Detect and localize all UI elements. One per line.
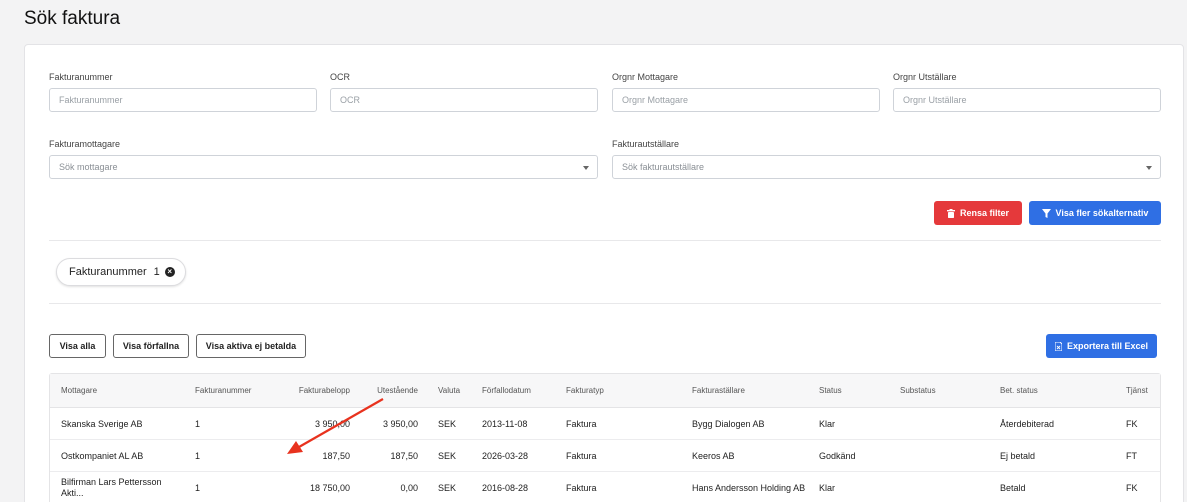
close-icon[interactable]: × xyxy=(164,267,175,277)
cell-utestaende: 187,50 xyxy=(390,450,418,461)
cell-substatus xyxy=(900,472,990,502)
cell-fakturabelopp: 3 950,00 xyxy=(314,418,350,429)
cell-bet-status: Återdebiterad xyxy=(1000,418,1055,429)
ocr-input[interactable] xyxy=(330,88,598,112)
cell-fakturastallare: Keeros AB xyxy=(692,450,735,461)
cell-forfallodatum: 2026-03-28 xyxy=(482,450,529,461)
orgnr-mottagare-input[interactable] xyxy=(612,88,880,112)
file-excel-icon xyxy=(1054,341,1062,351)
column-header-mottagare[interactable]: Mottagare xyxy=(61,374,181,407)
cell-tjanst: FK xyxy=(1126,482,1138,493)
fakturautstallare-select[interactable]: Sök fakturautställare xyxy=(612,155,1161,179)
column-header-substatus[interactable]: Substatus xyxy=(900,374,990,407)
orgnr-utstallare-input[interactable] xyxy=(893,88,1161,112)
show-active-unpaid-button[interactable]: Visa aktiva ej betalda xyxy=(196,334,306,358)
cell-fakturatyp: Faktura xyxy=(566,482,597,493)
column-header-tjanst[interactable]: Tjänst xyxy=(1126,374,1156,407)
cell-valuta: SEK xyxy=(438,482,457,493)
chip-label: Fakturanummer xyxy=(69,266,147,278)
table-row[interactable]: Skanska Sverige AB 1 3 950,00 3 950,00 SEK 20… xyxy=(50,408,1160,440)
column-header-status[interactable]: Status xyxy=(819,374,889,407)
cell-utestaende: 0,00 xyxy=(400,482,418,493)
cell-tjanst: FK xyxy=(1126,418,1138,429)
export-excel-button[interactable]: Exportera till Excel xyxy=(1046,334,1157,358)
cell-substatus xyxy=(900,408,990,440)
filter-icon xyxy=(1041,208,1051,218)
column-header-utestaende[interactable]: Utestående xyxy=(358,374,418,407)
show-all-button[interactable]: Visa alla xyxy=(49,334,106,358)
trash-icon xyxy=(946,208,955,218)
divider xyxy=(49,240,1161,241)
cell-mottagare: Bilfirman Lars Pettersson Akti... xyxy=(61,477,162,498)
ocr-label: OCR xyxy=(330,72,350,82)
cell-fakturanummer: 1 xyxy=(195,418,201,429)
column-header-fakturatyp[interactable]: Fakturatyp xyxy=(566,374,676,407)
fakturanummer-label: Fakturanummer xyxy=(49,72,113,82)
results-table: Mottagare Fakturanummer Fakturabelopp Utest… xyxy=(49,373,1161,502)
chevron-down-icon xyxy=(1146,166,1152,170)
cell-fakturanummer: 1 xyxy=(195,482,201,493)
chip-value: 1 xyxy=(153,266,160,278)
cell-fakturabelopp: 187,50 xyxy=(322,450,350,461)
cell-forfallodatum: 2016-08-28 xyxy=(482,482,529,493)
column-header-fakturanummer[interactable]: Fakturanummer xyxy=(195,374,265,407)
more-options-button[interactable]: Visa fler sökalternativ xyxy=(1029,201,1161,225)
cell-forfallodatum: 2013-11-08 xyxy=(482,418,528,429)
cell-status: Klar xyxy=(819,418,836,429)
search-card: Fakturanummer OCR Orgnr Mottagare Orgnr … xyxy=(24,44,1184,502)
orgnr-utstallare-label: Orgnr Utställare xyxy=(893,72,957,82)
column-header-forfallodatum[interactable]: Förfallodatum xyxy=(482,374,562,407)
export-label: Exportera till Excel xyxy=(1066,341,1149,351)
column-header-fakturabelopp[interactable]: Fakturabelopp xyxy=(278,374,350,407)
cell-tjanst: FT xyxy=(1126,450,1137,461)
cell-bet-status: Ej betald xyxy=(1000,450,1036,461)
cell-mottagare: Ostkompaniet AL AB xyxy=(61,450,144,461)
fakturamottagare-label: Fakturamottagare xyxy=(49,139,121,149)
fakturautstallare-placeholder: Sök fakturautställare xyxy=(622,162,705,172)
fakturautstallare-label: Fakturautställare xyxy=(612,139,680,149)
clear-filter-button[interactable]: Rensa filter xyxy=(934,201,1022,225)
page-title: Sök faktura xyxy=(24,8,121,29)
column-header-fakturastallare[interactable]: Fakturaställare xyxy=(692,374,807,407)
fakturamottagare-placeholder: Sök mottagare xyxy=(59,162,118,172)
cell-bet-status: Betald xyxy=(1000,482,1026,493)
column-header-valuta[interactable]: Valuta xyxy=(438,374,478,407)
show-overdue-button[interactable]: Visa förfallna xyxy=(113,334,189,358)
fakturamottagare-select[interactable]: Sök mottagare xyxy=(49,155,598,179)
table-row[interactable]: Bilfirman Lars Pettersson Akti... 1 18 750… xyxy=(50,472,1160,502)
table-header: Mottagare Fakturanummer Fakturabelopp Utest… xyxy=(50,374,1160,408)
cell-fakturabelopp: 18 750,00 xyxy=(309,482,350,493)
cell-fakturatyp: Faktura xyxy=(566,450,597,461)
cell-mottagare: Skanska Sverige AB xyxy=(61,418,143,429)
cell-fakturastallare: Bygg Dialogen AB xyxy=(692,418,765,429)
more-options-label: Visa fler sökalternativ xyxy=(1055,208,1149,218)
cell-fakturastallare: Hans Andersson Holding AB xyxy=(692,482,806,493)
table-body: Skanska Sverige AB 1 3 950,00 3 950,00 SEK 20… xyxy=(50,408,1160,502)
cell-fakturatyp: Faktura xyxy=(566,418,597,429)
chevron-down-icon xyxy=(583,166,589,170)
cell-status: Klar xyxy=(819,482,836,493)
cell-status: Godkänd xyxy=(819,450,856,461)
active-filter-chip: Fakturanummer 1 × xyxy=(56,258,186,286)
column-header-bet-status[interactable]: Bet. status xyxy=(1000,374,1110,407)
clear-filter-label: Rensa filter xyxy=(959,208,1010,218)
cell-utestaende: 3 950,00 xyxy=(382,418,418,429)
cell-valuta: SEK xyxy=(438,418,457,429)
cell-substatus xyxy=(900,440,990,472)
cell-valuta: SEK xyxy=(438,450,457,461)
table-row[interactable]: Ostkompaniet AL AB 1 187,50 187,50 SEK 2026-0… xyxy=(50,440,1160,472)
divider xyxy=(49,303,1161,304)
fakturanummer-input[interactable] xyxy=(49,88,317,112)
orgnr-mottagare-label: Orgnr Mottagare xyxy=(612,72,679,82)
cell-fakturanummer: 1 xyxy=(195,450,201,461)
